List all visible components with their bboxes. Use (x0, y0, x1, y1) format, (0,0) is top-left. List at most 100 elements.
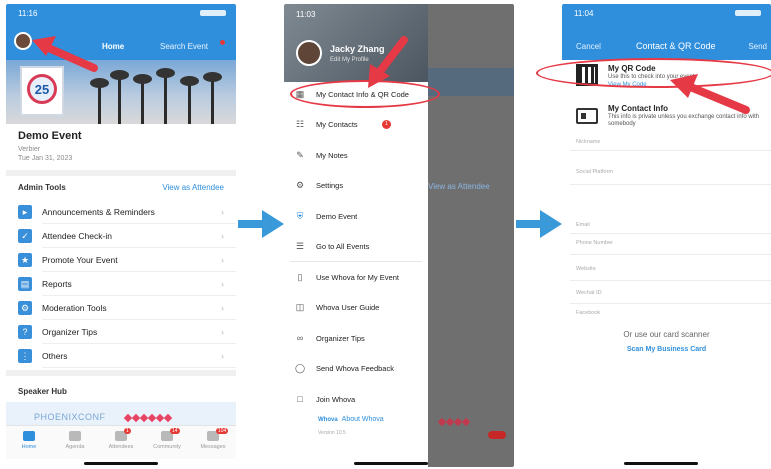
nav-label: Home (21, 444, 37, 450)
menu-use-whova[interactable]: ▯ Use Whova for My Event (284, 262, 428, 293)
app-version: Version 10.5 (318, 430, 346, 436)
scan-business-card-link[interactable]: Scan My Business Card (562, 346, 771, 353)
nav-home[interactable]: Home (6, 426, 52, 459)
palm-tree-graphic (90, 78, 109, 124)
guide-icon: ◫ (295, 302, 305, 313)
view-as-attendee-link[interactable]: View as Attendee (162, 183, 224, 192)
status-time: 11:16 (18, 9, 38, 18)
menu-user-guide[interactable]: ◫ Whova User Guide (284, 293, 428, 324)
admin-item-promote[interactable]: ★ Promote Your Event › (6, 248, 236, 272)
field-label[interactable]: Facebook (576, 310, 600, 316)
whova-logo-icon (437, 412, 471, 430)
event-title: Demo Event (18, 130, 82, 142)
field-label[interactable]: Website (576, 266, 596, 272)
admin-item-others[interactable]: ⋮ Others › (6, 344, 236, 368)
section-divider (6, 370, 236, 376)
field-label: Social Platform (576, 169, 613, 175)
menu-demo-event[interactable]: ⛨ Demo Event (284, 201, 428, 232)
phone-icon: ▯ (297, 271, 303, 282)
list-icon: ☰ (295, 241, 305, 252)
admin-item-organizer-tips[interactable]: ? Organizer Tips › (6, 320, 236, 344)
menu-join-whova[interactable]: □ Join Whova (284, 384, 428, 415)
field-label[interactable]: Wechat ID (576, 290, 602, 296)
admin-item-label: Announcements & Reminders (42, 207, 155, 217)
admin-item-label: Moderation Tools (42, 303, 107, 313)
menu-label: My Notes (316, 150, 348, 160)
about-whova-link[interactable]: Whova About Whova (318, 416, 384, 423)
home-icon (23, 431, 35, 441)
red-arrow-icon (670, 74, 750, 114)
menu-label: My Contacts (316, 120, 358, 130)
nav-attendees[interactable]: 1 Attendees (98, 426, 144, 459)
chevron-right-icon: › (221, 327, 224, 337)
more-icon: ⋮ (18, 349, 32, 363)
pencil-icon: ✎ (296, 149, 304, 160)
menu-my-contacts[interactable]: ☷ My Contacts 1 (284, 110, 428, 141)
status-bar: 11:16 (18, 9, 226, 18)
tab-home[interactable]: Home (102, 42, 124, 51)
chevron-right-icon: › (221, 231, 224, 241)
report-icon: ▤ (18, 277, 32, 291)
contacts-icon: ☷ (295, 119, 305, 130)
chevron-right-icon: › (221, 303, 224, 313)
field-divider (570, 150, 771, 151)
dimmed-nav-badge (488, 431, 506, 439)
nav-messages[interactable]: 104 Messages (190, 426, 236, 459)
menu-settings[interactable]: ⚙ Settings (284, 171, 428, 202)
field-label[interactable]: Phone Number (576, 240, 613, 246)
speaker-hub-title: Speaker Hub (18, 387, 67, 396)
admin-item-announcements[interactable]: ▸ Announcements & Reminders › (6, 200, 236, 224)
palm-tree-graphic (203, 72, 222, 124)
admin-item-moderation[interactable]: ⚙ Moderation Tools › (6, 296, 236, 320)
menu-label: Demo Event (316, 211, 358, 221)
page-title: Contact & QR Code (636, 41, 716, 51)
menu-send-feedback[interactable]: ◯ Send Whova Feedback (284, 354, 428, 385)
edit-profile-link[interactable]: Edit My Profile (330, 57, 369, 63)
home-indicator (624, 462, 698, 465)
menu-organizer-tips[interactable]: ∞ Organizer Tips (284, 323, 428, 354)
nav-label: Attendees (108, 444, 134, 450)
cancel-button[interactable]: Cancel (576, 42, 601, 51)
status-time: 11:03 (296, 10, 316, 19)
chevron-right-icon: › (221, 279, 224, 289)
admin-item-label: Promote Your Event (42, 255, 118, 265)
menu-label: Settings (316, 181, 344, 191)
about-label: About Whova (341, 416, 384, 423)
red-arrow-icon (32, 36, 98, 72)
contact-card-icon (576, 108, 598, 124)
contact-info-description: This info is private unless you exchange… (608, 114, 760, 127)
menu-all-events[interactable]: ☰ Go to All Events (284, 232, 428, 263)
promote-icon: ★ (18, 253, 32, 267)
menu-label: Go to All Events (316, 242, 370, 252)
menu-my-notes[interactable]: ✎ My Notes (284, 140, 428, 171)
tips-icon: ? (18, 325, 32, 339)
chevron-right-icon: › (221, 351, 224, 361)
admin-item-label: Organizer Tips (42, 327, 98, 337)
field-label[interactable]: Email (576, 222, 590, 228)
menu-label: Join Whova (316, 394, 356, 404)
nav-agenda[interactable]: Agenda (52, 426, 98, 459)
nav-community[interactable]: 14 Community (144, 426, 190, 459)
glasses-icon: ∞ (296, 333, 304, 344)
status-time: 11:04 (574, 9, 594, 18)
send-button[interactable]: Send (748, 42, 767, 51)
nav-label: Community (153, 444, 181, 450)
admin-item-label: Attendee Check-in (42, 231, 112, 241)
banner-text: PHOENIXCONF (34, 412, 106, 422)
event-meta: Verbier Tue Jan 31, 2023 (18, 145, 72, 163)
admin-item-reports[interactable]: ▤ Reports › (6, 272, 236, 296)
admin-item-checkin[interactable]: ✓ Attendee Check-in › (6, 224, 236, 248)
palm-tree-graphic (133, 74, 152, 124)
highlight-oval (290, 80, 440, 108)
contacts-badge: 1 (382, 119, 391, 129)
avatar[interactable] (296, 40, 322, 66)
whova-logo-icon: Whova (318, 417, 338, 423)
dimmed-view-as-attendee-link: View as Attendee (428, 182, 490, 191)
dimmed-background[interactable]: View as Attendee (428, 4, 514, 467)
tab-search-event[interactable]: Search Event (160, 42, 208, 51)
field-divider (570, 233, 771, 234)
gear-icon: ⚙ (295, 180, 305, 191)
nav-badge: 1 (124, 428, 131, 434)
field-divider (570, 303, 771, 304)
notification-dot (220, 40, 225, 45)
